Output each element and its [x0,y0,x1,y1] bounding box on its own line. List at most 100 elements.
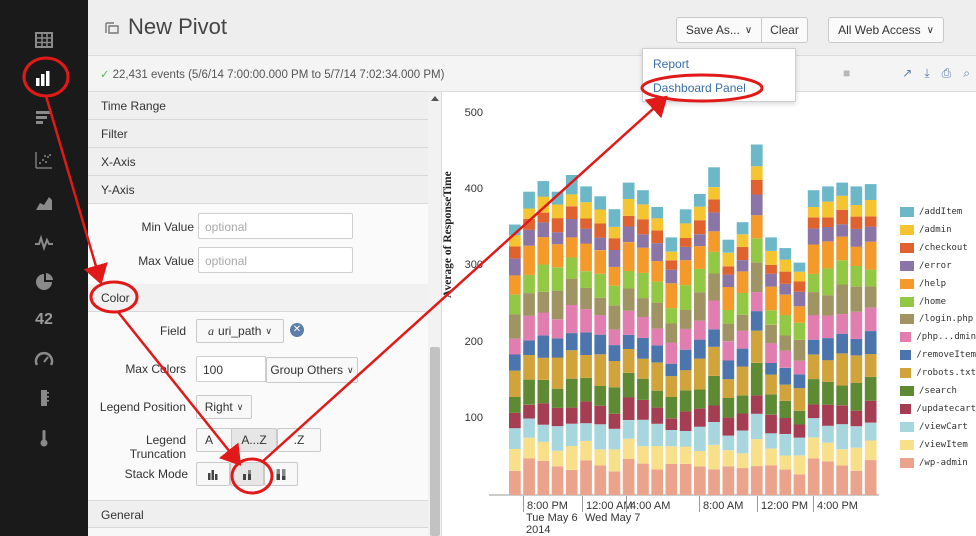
single-value-icon[interactable]: 42 [30,306,58,334]
bar-segment[interactable] [608,285,621,306]
bar-segment[interactable] [665,260,678,270]
bar-segment[interactable] [551,319,564,339]
bar-segment[interactable] [665,323,678,343]
bar-segment[interactable] [822,241,834,269]
bar-segment[interactable] [694,246,706,269]
bar-segment[interactable] [679,463,692,495]
area-chart-icon[interactable] [30,188,58,216]
search-icon[interactable]: ⌕ [963,66,970,81]
bar-segment[interactable] [765,237,777,251]
bar-segment[interactable] [594,354,607,386]
bar-segment[interactable] [565,378,578,408]
bar-segment[interactable] [608,305,621,330]
bar-segment[interactable] [836,236,848,261]
bar-segment[interactable] [708,469,720,495]
bar-segment[interactable] [694,194,706,207]
bar-segment[interactable] [651,218,663,231]
bar-segment[interactable] [836,209,848,225]
bar-segment[interactable] [565,445,578,470]
bar-segment[interactable] [651,469,663,495]
bar-segment[interactable] [779,400,792,418]
bar-segment[interactable] [765,273,777,287]
bar-segment[interactable] [580,202,592,219]
bar-segment[interactable] [850,338,863,356]
bar-segment[interactable] [622,182,635,199]
bar-segment[interactable] [537,357,550,380]
bar-segment[interactable] [665,418,678,430]
bar-segment[interactable] [779,259,792,272]
bar-segment[interactable] [637,419,649,447]
section-y-axis[interactable]: Y-Axis [88,176,428,204]
bar-segment[interactable] [836,260,848,285]
bar-segment[interactable] [622,438,635,459]
bar-segment[interactable] [694,292,706,321]
bar-segment[interactable] [651,423,663,446]
bar-segment[interactable] [551,450,564,467]
bar-segment[interactable] [722,450,735,467]
bar-segment[interactable] [679,349,692,371]
bar-segment[interactable] [523,245,535,275]
bar-segment[interactable] [836,333,848,354]
bar-segment[interactable] [850,266,863,287]
bar-segment[interactable] [679,411,692,431]
legend-item[interactable]: /wp-admin [900,457,976,468]
bar-segment[interactable] [750,262,763,293]
bar-segment[interactable] [651,407,663,424]
legend-position-select[interactable]: Right ∨ [196,395,252,419]
section-color[interactable]: Color [88,284,428,312]
bar-segment[interactable] [779,455,792,470]
bar-segment[interactable] [736,348,749,367]
bar-segment[interactable] [708,231,720,252]
bar-segment[interactable] [793,360,806,375]
bar-segment[interactable] [736,395,749,414]
bar-segment[interactable] [850,216,863,229]
bar-segment[interactable] [793,474,806,495]
bar-chart-icon[interactable] [30,104,58,132]
bar-segment[interactable] [565,350,578,379]
bar-segment[interactable] [722,417,735,436]
bar-segment[interactable] [665,251,678,261]
bar-segment[interactable] [765,343,777,363]
bar-segment[interactable] [637,378,649,400]
bar-segment[interactable] [580,186,592,203]
bar-segment[interactable] [537,212,550,223]
bar-segment[interactable] [864,184,877,200]
bar-segment[interactable] [765,394,777,415]
bar-segment[interactable] [765,433,777,449]
bar-segment[interactable] [750,215,763,239]
bar-segment[interactable] [637,400,649,420]
bar-segment[interactable] [864,331,877,354]
bar-segment[interactable] [736,453,749,468]
bar-segment[interactable] [523,355,535,380]
bar-segment[interactable] [864,307,877,331]
bar-segment[interactable] [537,222,550,238]
bar-segment[interactable] [551,232,564,245]
bar-segment[interactable] [864,460,877,495]
bar-segment[interactable] [594,385,607,406]
bar-segment[interactable] [551,191,564,205]
bar-segment[interactable] [793,262,806,272]
bar-segment[interactable] [765,310,777,325]
bar-segment[interactable] [523,340,535,355]
bar-segment[interactable] [793,374,806,389]
bar-segment[interactable] [665,237,678,252]
menu-item-report[interactable]: Report [653,57,689,71]
bar-segment[interactable] [509,235,521,247]
line-chart-icon[interactable] [30,228,58,256]
bar-segment[interactable] [807,354,820,379]
bar-segment[interactable] [651,230,663,243]
save-as-button[interactable]: Save As... ∨ [676,17,762,43]
bar-segment[interactable] [665,397,678,419]
bar-segment[interactable] [651,243,663,262]
bar-segment[interactable] [565,407,578,424]
bar-segment[interactable] [736,468,749,495]
bar-segment[interactable] [537,380,550,404]
bar-segment[interactable] [850,355,863,383]
bar-segment[interactable] [565,278,578,305]
bar-segment[interactable] [523,191,535,209]
bar-segment[interactable] [793,322,806,340]
bar-segment[interactable] [679,310,692,329]
bar-segment[interactable] [850,410,863,427]
bar-segment[interactable] [537,460,550,495]
bar-segment[interactable] [807,273,820,292]
